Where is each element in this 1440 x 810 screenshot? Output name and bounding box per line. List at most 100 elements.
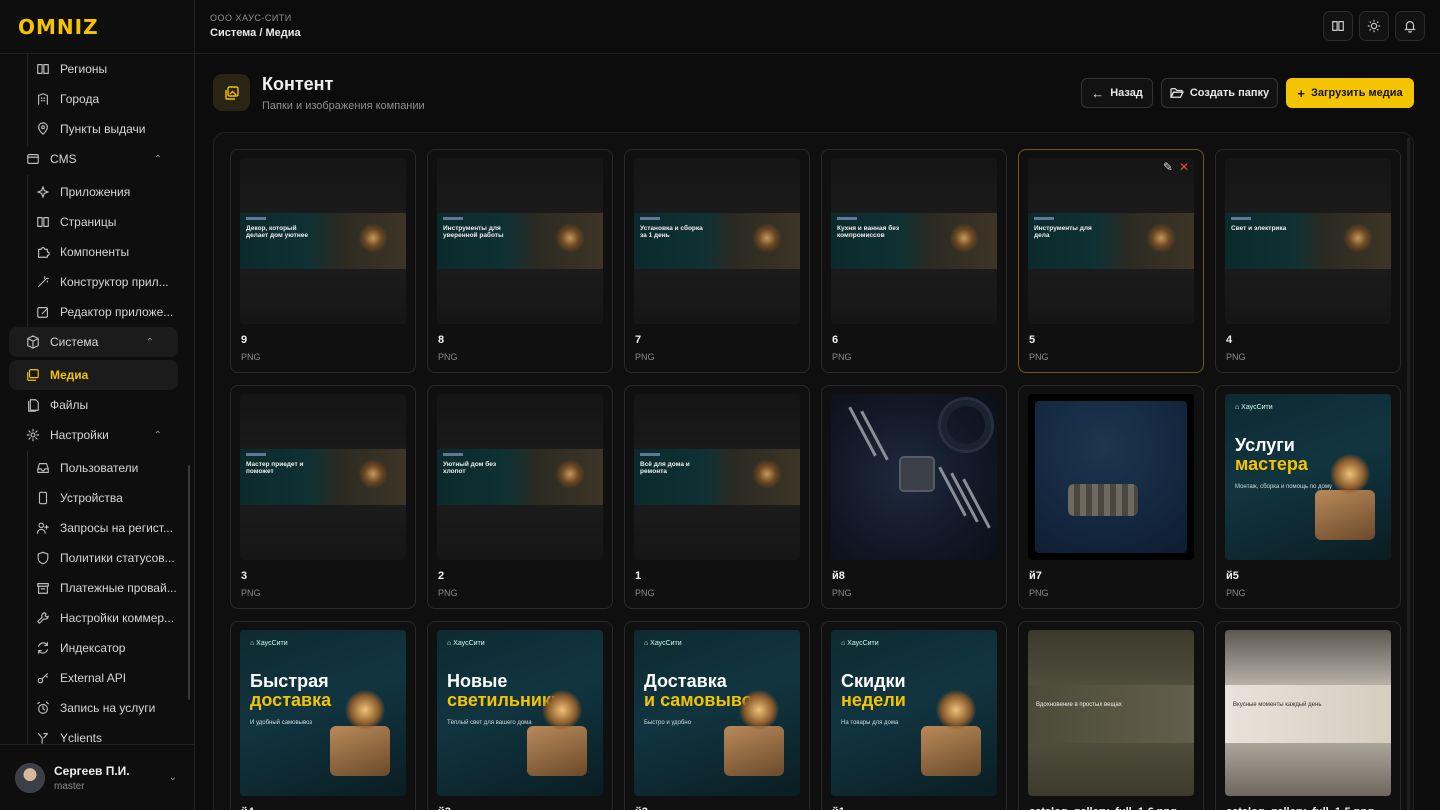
create-folder-button[interactable]: Создать папку [1161, 78, 1278, 108]
media-card[interactable]: Уютный дом без хлопот 2 PNG [427, 385, 613, 609]
media-thumbnail[interactable]: Уютный дом без хлопот [437, 394, 603, 560]
upload-media-button[interactable]: + Загрузить медиа [1286, 78, 1414, 108]
book-toggle-button[interactable] [1323, 11, 1353, 41]
page-title: Контент [262, 74, 334, 94]
media-name: catalog_gallery_full_1-6.png [1029, 806, 1177, 810]
media-thumbnail[interactable]: Кухня и ванная без компромиссов [831, 158, 997, 324]
sidebar-item-3[interactable]: CMS ⌃ [0, 144, 186, 174]
sidebar-item-21[interactable]: Запись на услуги [0, 691, 186, 725]
media-type: PNG [832, 588, 852, 598]
poster-image: ⌂ ХаусСити Новые светильники Тёплый свет дл… [437, 630, 603, 796]
media-card[interactable]: й7 PNG [1018, 385, 1204, 609]
sidebar-item-label: Пользователи [60, 461, 139, 475]
sidebar-item-label: Медиа [50, 368, 89, 382]
sidebar-item-10[interactable]: Медиа [9, 360, 178, 390]
book-open-icon [36, 215, 50, 229]
sidebar-item-7[interactable]: Конструктор прил... [0, 265, 186, 299]
sidebar-item-1[interactable]: Города [0, 82, 186, 116]
media-type: PNG [635, 588, 655, 598]
sidebar-item-14[interactable]: Устройства [0, 481, 186, 515]
media-name: 9 [241, 334, 248, 346]
media-thumbnail[interactable]: Вдохновение в простых вещах [1028, 630, 1194, 796]
media-card[interactable]: Свет и электрика 4 PNG [1215, 149, 1401, 373]
gear-icon [26, 428, 40, 442]
plus-icon: + [1297, 85, 1305, 101]
media-card[interactable]: Вкусные моменты каждый день catalog_galle… [1215, 621, 1401, 810]
media-card[interactable]: й8 PNG [821, 385, 1007, 609]
media-type: PNG [832, 352, 852, 362]
media-thumbnail[interactable] [831, 394, 997, 560]
media-thumbnail[interactable]: ⌂ ХаусСити Новые светильники Тёплый свет дл… [437, 630, 603, 796]
media-card[interactable]: ⌂ ХаусСити Доставка и самовывоз Быстро и уд… [624, 621, 810, 810]
brand-mark: ⌂ ХаусСити [841, 640, 879, 647]
archive-icon [36, 581, 50, 595]
media-card[interactable]: ⌂ ХаусСити Услуги мастера Монтаж, сборка и … [1215, 385, 1401, 609]
media-card[interactable]: ⌂ ХаусСити Новые светильники Тёплый свет дл… [427, 621, 613, 810]
sidebar-item-9[interactable]: Система ⌃ [9, 327, 178, 357]
media-card[interactable]: Установка и сборка за 1 день 7 PNG [624, 149, 810, 373]
sidebar-item-16[interactable]: Политики статусов... [0, 541, 186, 575]
media-thumbnail[interactable]: Свет и электрика [1225, 158, 1391, 324]
sidebar-item-19[interactable]: Индексатор [0, 631, 186, 665]
sidebar-item-20[interactable]: External API [0, 661, 186, 695]
edit-icon[interactable]: ✎ [1163, 160, 1173, 174]
sidebar-item-label: CMS [50, 152, 77, 166]
logo[interactable]: OMNIZ [0, 0, 194, 54]
media-thumbnail[interactable]: ⌂ ХаусСити Быстрая доставка И удобный самов… [240, 630, 406, 796]
sidebar-item-8[interactable]: Редактор приложе... [0, 295, 186, 329]
sidebar-item-label: Регионы [60, 62, 108, 76]
notifications-button[interactable] [1395, 11, 1425, 41]
thumbnail-caption: Декор, который делает дом уютнее [246, 225, 308, 240]
close-icon[interactable]: ✕ [1179, 160, 1189, 174]
media-name: й7 [1029, 570, 1042, 582]
sidebar-item-5[interactable]: Страницы [0, 205, 186, 239]
sidebar-item-6[interactable]: Компоненты [0, 235, 186, 269]
sidebar-item-label: Настройки коммер... [60, 611, 175, 625]
sidebar-item-4[interactable]: Приложения [0, 175, 186, 209]
sidebar-item-11[interactable]: Файлы [0, 390, 186, 420]
chevron-up-icon: ⌃ [153, 153, 162, 165]
sidebar-item-2[interactable]: Пункты выдачи [0, 112, 186, 146]
theme-toggle-button[interactable] [1359, 11, 1389, 41]
main-content: Контент Папки и изображения компании ← На… [195, 54, 1440, 810]
media-card[interactable]: ⌂ ХаусСити Скидки недели На товары для дома… [821, 621, 1007, 810]
media-card[interactable]: Вдохновение в простых вещах catalog_galle… [1018, 621, 1204, 810]
brand-mark: ⌂ ХаусСити [250, 640, 288, 647]
media-card[interactable]: Мастер приедет и поможет 3 PNG [230, 385, 416, 609]
media-thumbnail[interactable]: ⌂ ХаусСити Услуги мастера Монтаж, сборка и … [1225, 394, 1391, 560]
sidebar-item-17[interactable]: Платежные провай... [0, 571, 186, 605]
media-card[interactable]: Инструменты для уверенной работы 8 PNG [427, 149, 613, 373]
banner-image: Всё для дома и ремонта [634, 449, 800, 505]
sidebar-scrollbar[interactable] [188, 465, 190, 700]
media-type: PNG [241, 352, 261, 362]
sidebar-item-22[interactable]: Yclients [0, 721, 186, 744]
media-thumbnail[interactable]: Инструменты для дела [1028, 158, 1194, 324]
media-card[interactable]: Инструменты для дела ✎ ✕ 5 PNG [1018, 149, 1204, 373]
media-thumbnail[interactable]: Вкусные моменты каждый день [1225, 630, 1391, 796]
sidebar-item-13[interactable]: Пользователи [0, 451, 186, 485]
media-card[interactable]: Кухня и ванная без компромиссов 6 PNG [821, 149, 1007, 373]
sparkle-icon [36, 185, 50, 199]
media-thumbnail[interactable]: Декор, который делает дом уютнее [240, 158, 406, 324]
user-menu[interactable]: Сергеев П.И. master ⌄ [0, 744, 194, 810]
media-thumbnail[interactable] [1028, 394, 1194, 560]
media-card[interactable]: ⌂ ХаусСити Быстрая доставка И удобный самов… [230, 621, 416, 810]
sidebar-item-15[interactable]: Запросы на регист... [0, 511, 186, 545]
media-thumbnail[interactable]: Установка и сборка за 1 день [634, 158, 800, 324]
sidebar-item-18[interactable]: Настройки коммер... [0, 601, 186, 635]
sidebar-item-12[interactable]: Настройки ⌃ [0, 420, 186, 450]
back-button[interactable]: ← Назад [1081, 78, 1153, 108]
media-card[interactable]: Декор, который делает дом уютнее 9 PNG [230, 149, 416, 373]
thumbnail-caption: Установка и сборка за 1 день [640, 225, 703, 240]
media-card[interactable]: Всё для дома и ремонта 1 PNG [624, 385, 810, 609]
media-thumbnail[interactable]: Инструменты для уверенной работы [437, 158, 603, 324]
grid-scrollbar[interactable] [1407, 137, 1410, 810]
media-thumbnail[interactable]: ⌂ ХаусСити Доставка и самовывоз Быстро и уд… [634, 630, 800, 796]
sidebar-item-label: Компоненты [60, 245, 130, 259]
media-thumbnail[interactable]: Всё для дома и ремонта [634, 394, 800, 560]
media-thumbnail[interactable]: Мастер приедет и поможет [240, 394, 406, 560]
inbox-icon [36, 461, 50, 475]
media-thumbnail[interactable]: ⌂ ХаусСити Скидки недели На товары для дома [831, 630, 997, 796]
sidebar-item-0[interactable]: Регионы [0, 54, 186, 86]
thumbnail-subcaption: И удобный самовывоз [250, 720, 313, 726]
